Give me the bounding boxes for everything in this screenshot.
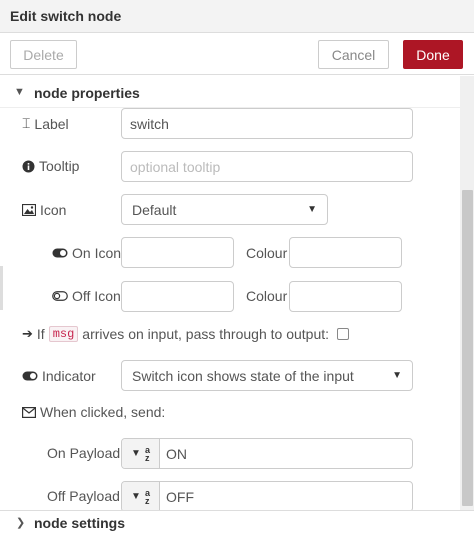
icon-label: Icon xyxy=(22,202,66,218)
caret-down-icon: ▼ xyxy=(392,370,402,381)
section-node-properties[interactable]: ▼ node properties xyxy=(0,78,460,108)
info-icon xyxy=(22,160,35,172)
off-icon-input[interactable] xyxy=(121,281,234,312)
icon-select[interactable]: Default ▼ xyxy=(121,194,328,225)
on-colour-input[interactable] xyxy=(289,237,402,268)
delete-button[interactable]: Delete xyxy=(10,40,77,69)
cancel-button[interactable]: Cancel xyxy=(318,40,389,69)
msg-code: msg xyxy=(48,326,79,342)
text-cursor-icon: ⌶ xyxy=(22,116,31,132)
toggle-on-icon xyxy=(52,248,68,258)
indicator-label: Indicator xyxy=(22,368,96,384)
passthrough-checkbox[interactable] xyxy=(337,328,350,340)
when-clicked-label: When clicked, send: xyxy=(22,404,165,420)
on-colour-label: Colour xyxy=(246,245,288,261)
chevron-down-icon: ▼ xyxy=(14,86,25,98)
off-payload-input[interactable]: ▼ az OFF xyxy=(121,481,413,510)
dialog-toolbar: Delete Cancel Done xyxy=(0,33,474,75)
type-select-button[interactable]: ▼ az xyxy=(122,439,160,468)
off-icon-label: Off Icon xyxy=(52,288,121,304)
label-input[interactable]: switch xyxy=(121,108,413,139)
off-payload-label: Off Payload xyxy=(47,488,120,504)
type-select-button[interactable]: ▼ az xyxy=(122,482,160,510)
section-label: node properties xyxy=(34,85,140,101)
toggle-off-icon xyxy=(52,291,68,301)
arrow-right-icon: ➔ xyxy=(22,326,33,342)
passthrough-row: ➔ If msg arrives on input, pass through … xyxy=(22,326,350,342)
dialog-header: Edit switch node xyxy=(0,0,474,33)
section-label: node settings xyxy=(34,515,126,531)
on-icon-label: On Icon xyxy=(52,245,121,261)
dialog-content: ▼ node properties ⌶ Label switch Tooltip… xyxy=(0,76,474,510)
on-payload-label: On Payload xyxy=(47,445,121,461)
section-node-settings[interactable]: ❯ node settings xyxy=(0,510,474,534)
caret-down-icon: ▼ xyxy=(131,448,141,459)
tooltip-input[interactable]: optional tooltip xyxy=(121,151,413,182)
on-payload-input[interactable]: ▼ az ON xyxy=(121,438,413,469)
image-icon xyxy=(22,204,36,216)
caret-down-icon: ▼ xyxy=(307,204,317,215)
label-label: ⌶ Label xyxy=(22,116,69,132)
tooltip-label: Tooltip xyxy=(22,158,79,174)
off-colour-input[interactable] xyxy=(289,281,402,312)
on-icon-input[interactable] xyxy=(121,237,234,268)
chevron-right-icon: ❯ xyxy=(16,517,26,529)
envelope-icon xyxy=(22,406,36,418)
done-button[interactable]: Done xyxy=(403,40,463,69)
caret-down-icon: ▼ xyxy=(131,491,141,502)
indicator-select[interactable]: Switch icon shows state of the input ▼ xyxy=(121,360,413,391)
dialog-title: Edit switch node xyxy=(10,8,122,24)
string-type-icon: az xyxy=(144,444,150,463)
toggle-on-icon xyxy=(22,371,38,381)
string-type-icon: az xyxy=(144,487,150,506)
resize-handle[interactable] xyxy=(0,266,3,310)
off-colour-label: Colour xyxy=(246,288,288,304)
scrollbar-thumb[interactable] xyxy=(462,190,473,506)
